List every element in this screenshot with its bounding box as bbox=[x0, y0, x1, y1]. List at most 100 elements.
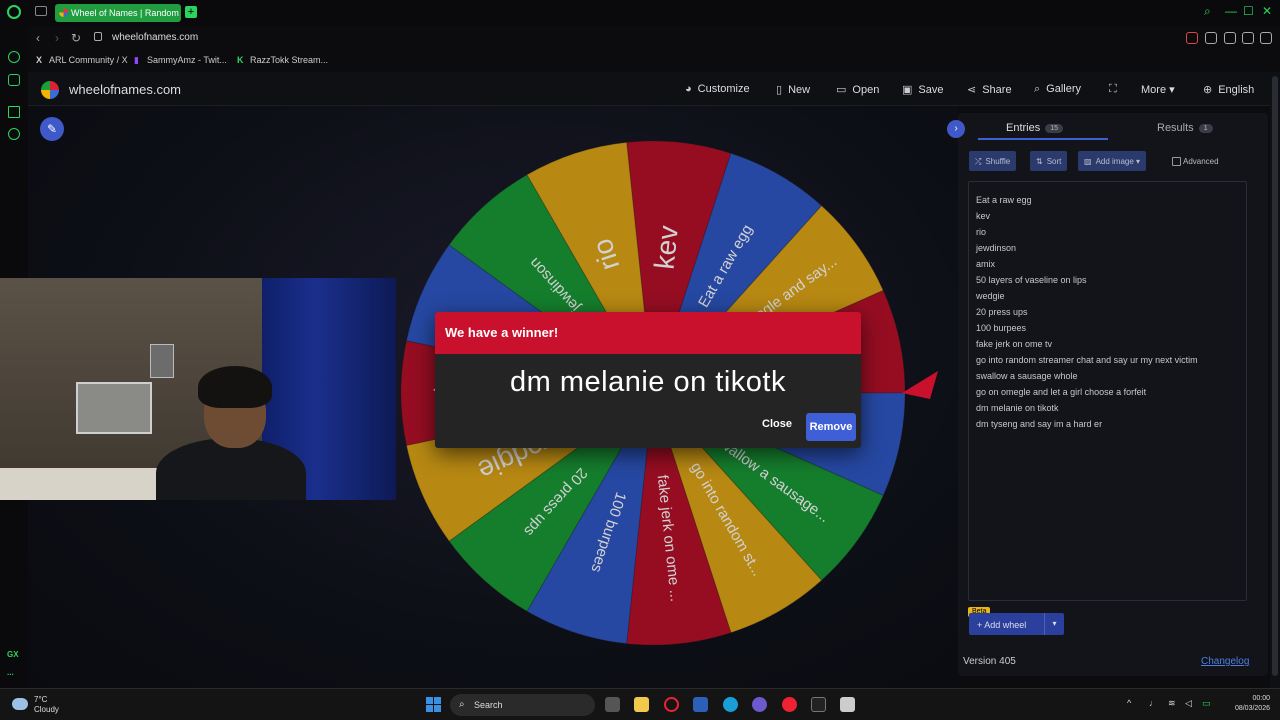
entry-line[interactable]: fake jerk on ome tv bbox=[976, 336, 1239, 352]
add-image-button[interactable]: ▨ Add image ▾ bbox=[1078, 151, 1147, 171]
new-button[interactable]: ▯ New bbox=[776, 83, 810, 96]
fullscreen-button[interactable]: ⛶ bbox=[1109, 83, 1123, 96]
tray-chevron-icon[interactable]: ^ bbox=[1127, 698, 1131, 708]
tab-manager-icon[interactable] bbox=[35, 6, 47, 16]
page-scrollbar[interactable] bbox=[1270, 72, 1280, 688]
tab-results[interactable]: Results 1 bbox=[1157, 122, 1213, 134]
sidebar-more-icon[interactable]: ... bbox=[7, 668, 14, 677]
entries-textarea[interactable]: Eat a raw egg kev rio jewdinson amix 50 layer… bbox=[968, 181, 1247, 601]
globe-icon: ⊕ bbox=[1203, 84, 1213, 96]
more-button[interactable]: More ▾ bbox=[1141, 83, 1175, 96]
browser-tab[interactable]: Wheel of Names | Random bbox=[55, 4, 181, 22]
entries-count-badge: 15 bbox=[1045, 123, 1064, 133]
winner-text: dm melanie on tikotk bbox=[510, 366, 786, 398]
bookmark-item[interactable]: ▮ SammyAmz - Twit... bbox=[134, 55, 227, 66]
app-icon[interactable] bbox=[840, 697, 855, 712]
store-icon[interactable] bbox=[693, 697, 708, 712]
entry-line[interactable]: 20 press ups bbox=[976, 304, 1239, 320]
task-view-icon[interactable] bbox=[605, 697, 620, 712]
minimize-button[interactable]: — bbox=[1225, 4, 1237, 18]
site-title[interactable]: wheelofnames.com bbox=[69, 82, 181, 97]
maximize-button[interactable]: ☐ bbox=[1243, 4, 1254, 18]
reload-button[interactable]: ↻ bbox=[71, 31, 81, 45]
add-wheel-button[interactable]: + Add wheel bbox=[969, 613, 1053, 635]
winner-dialog: We have a winner! dm melanie on tikotk C… bbox=[435, 312, 861, 448]
gx-corner-icon[interactable] bbox=[8, 74, 20, 86]
open-button[interactable]: ▭ Open bbox=[836, 83, 879, 96]
browser-tab-title: Wheel of Names | Random bbox=[71, 8, 179, 18]
twitch-icon: ▮ bbox=[134, 55, 139, 65]
wheel-favicon-icon bbox=[59, 8, 68, 17]
entry-line[interactable]: rio bbox=[976, 224, 1239, 240]
forward-button[interactable]: › bbox=[55, 31, 59, 45]
share-button[interactable]: ⋖ Share bbox=[967, 83, 1012, 96]
file-explorer-icon[interactable] bbox=[634, 697, 649, 712]
back-button[interactable]: ‹ bbox=[36, 31, 40, 45]
entry-line[interactable]: amix bbox=[976, 256, 1239, 272]
search-icon: ⌕ bbox=[1034, 83, 1041, 95]
advanced-checkbox[interactable] bbox=[1172, 157, 1181, 166]
profile-icon[interactable] bbox=[1224, 32, 1236, 44]
entry-line[interactable]: 50 layers of vaseline on lips bbox=[976, 272, 1239, 288]
extension-badge-icon[interactable] bbox=[1186, 32, 1198, 44]
shuffle-icon: ⤮ bbox=[975, 157, 982, 166]
new-tab-button[interactable]: + bbox=[185, 6, 197, 18]
wifi-icon[interactable]: ≋ bbox=[1168, 698, 1176, 709]
sort-button[interactable]: ⇅ Sort bbox=[1030, 151, 1068, 171]
tab-entries[interactable]: Entries 15 bbox=[1006, 122, 1064, 134]
entry-line[interactable]: go on omegle and let a girl choose a for… bbox=[976, 384, 1239, 400]
gx-badge[interactable]: GX bbox=[7, 650, 19, 659]
changelog-link[interactable]: Changelog bbox=[1201, 656, 1249, 667]
edit-pencil-icon[interactable]: ✎ bbox=[40, 117, 64, 141]
close-window-button[interactable]: ✕ bbox=[1262, 4, 1272, 18]
site-logo-icon[interactable] bbox=[41, 81, 59, 99]
entry-line[interactable]: wedgie bbox=[976, 288, 1239, 304]
shuffle-button[interactable]: ⤮ Shuffle bbox=[969, 151, 1017, 171]
taskbar-search[interactable]: ⌕ Search bbox=[450, 694, 595, 716]
bookmark-item[interactable]: X ARL Community / X bbox=[36, 55, 128, 65]
entry-line[interactable]: kev bbox=[976, 208, 1239, 224]
opera-logo-icon[interactable] bbox=[7, 5, 21, 19]
download-icon[interactable] bbox=[1242, 32, 1254, 44]
easy-setup-icon[interactable] bbox=[1260, 32, 1272, 44]
bookmark-item[interactable]: K RazzTokk Stream... bbox=[237, 55, 328, 65]
extensions-icon[interactable] bbox=[1205, 32, 1217, 44]
terminal-icon[interactable] bbox=[811, 697, 826, 712]
opera-icon[interactable] bbox=[664, 697, 679, 712]
x-logo-icon: X bbox=[36, 55, 43, 65]
sort-icon: ⇅ bbox=[1036, 157, 1043, 166]
windows-start-icon[interactable] bbox=[426, 697, 441, 712]
edge-icon[interactable] bbox=[723, 697, 738, 712]
weather-condition: Cloudy bbox=[34, 705, 59, 714]
cloud-icon[interactable] bbox=[12, 698, 28, 710]
search-icon[interactable]: ⌕ bbox=[1204, 4, 1211, 19]
customize-button[interactable]: ◕ Customize bbox=[685, 83, 750, 95]
battery-icon[interactable]: ▭ bbox=[1202, 698, 1211, 709]
player-icon[interactable] bbox=[8, 106, 20, 118]
save-button[interactable]: ▣ Save bbox=[902, 83, 943, 96]
entry-line[interactable]: dm melanie on tikotk bbox=[976, 400, 1239, 416]
gx-control-icon[interactable] bbox=[8, 51, 20, 63]
add-wheel-dropdown[interactable]: ▾ bbox=[1044, 613, 1064, 635]
entry-line[interactable]: 100 burpees bbox=[976, 320, 1239, 336]
entry-line[interactable]: jewdinson bbox=[976, 240, 1239, 256]
entry-line[interactable]: swallow a sausage whole bbox=[976, 368, 1239, 384]
volume-icon[interactable]: ◁ bbox=[1185, 698, 1192, 709]
remove-button[interactable]: Remove bbox=[806, 413, 856, 441]
entry-line[interactable]: dm tyseng and say im a hard er bbox=[976, 416, 1239, 432]
microphone-icon[interactable]: ♩ bbox=[1149, 698, 1158, 708]
gallery-button[interactable]: ⌕ Gallery bbox=[1034, 83, 1081, 96]
scrollbar-thumb[interactable] bbox=[1272, 76, 1278, 676]
chevron-down-icon: ▾ bbox=[1052, 619, 1057, 628]
settings-gear-icon[interactable] bbox=[8, 128, 20, 140]
collapse-panel-button[interactable]: › bbox=[947, 120, 965, 138]
discord-icon[interactable] bbox=[752, 697, 767, 712]
close-button[interactable]: Close bbox=[762, 418, 792, 430]
opera-gx-icon[interactable] bbox=[782, 697, 797, 712]
clock-date[interactable]: 08/03/2026 bbox=[1224, 705, 1270, 712]
entry-line[interactable]: go into random streamer chat and say ur … bbox=[976, 352, 1239, 368]
language-button[interactable]: ⊕ English bbox=[1203, 83, 1254, 96]
url-field[interactable]: wheelofnames.com bbox=[112, 32, 198, 43]
entry-line[interactable]: Eat a raw egg bbox=[976, 192, 1239, 208]
clock-time[interactable]: 00:00 bbox=[1224, 695, 1270, 702]
